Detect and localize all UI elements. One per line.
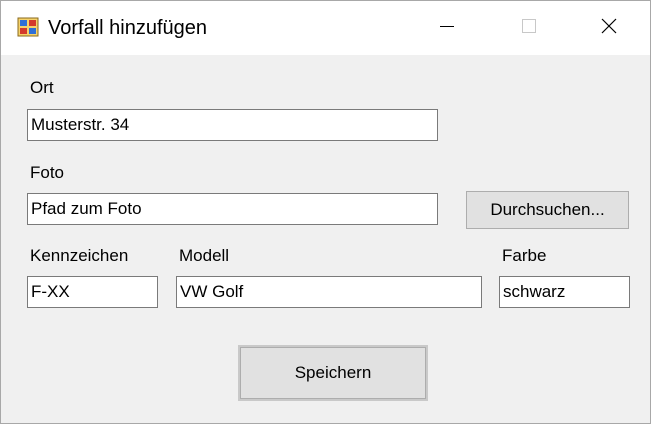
close-icon (601, 18, 617, 39)
maximize-icon (521, 18, 537, 39)
foto-input[interactable] (27, 193, 438, 225)
app-icon (17, 17, 39, 37)
maximize-button (502, 1, 556, 55)
modell-label: Modell (179, 246, 230, 265)
ort-label: Ort (30, 78, 54, 97)
farbe-label: Farbe (502, 246, 547, 265)
modell-input[interactable] (176, 276, 482, 308)
close-button[interactable] (582, 1, 636, 55)
farbe-input[interactable] (499, 276, 630, 308)
browse-button[interactable]: Durchsuchen... (466, 191, 629, 229)
ort-input[interactable] (27, 109, 438, 141)
dialog-window: Vorfall hinzufügen Ort Musterstr. 34 Fot… (0, 0, 651, 424)
minimize-button[interactable] (420, 1, 474, 55)
browse-button-label: Durchsuchen... (490, 200, 605, 219)
window-title: Vorfall hinzufügen (48, 17, 208, 39)
kennzeichen-label: Kennzeichen (30, 246, 129, 265)
foto-label: Foto (30, 163, 65, 182)
kennzeichen-input[interactable] (27, 276, 158, 308)
save-button[interactable]: Speichern (238, 345, 428, 401)
title-bar[interactable]: Vorfall hinzufügen (1, 1, 650, 55)
minimize-icon (439, 18, 455, 39)
save-button-label: Speichern (294, 363, 372, 382)
